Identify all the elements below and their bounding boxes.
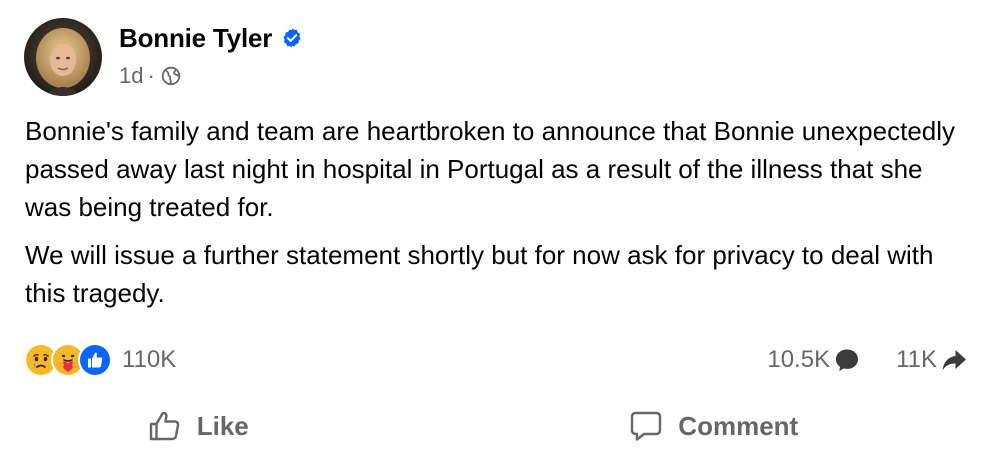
engagement-counts: 10.5K 11K [767, 346, 967, 374]
meta-separator: · [147, 63, 155, 88]
avatar[interactable] [24, 18, 102, 96]
post-actions: Like Comment [0, 398, 991, 454]
post-body: Bonnie's family and team are heartbroken… [25, 112, 965, 312]
verified-badge-icon [281, 27, 303, 49]
post-stats: 110K 10.5K 11K [24, 340, 967, 380]
share-count-value: 11K [896, 346, 937, 373]
globe-icon[interactable] [161, 66, 181, 86]
comment-label: Comment [678, 410, 799, 441]
avatar-image [24, 18, 102, 96]
name-row: Bonnie Tyler [119, 22, 303, 54]
like-button[interactable]: Like [0, 408, 456, 444]
comment-button[interactable]: Comment [456, 408, 972, 444]
reaction-icons [24, 343, 112, 377]
comment-bubble-icon [834, 347, 860, 373]
post-header: Bonnie Tyler 1d · [24, 18, 303, 98]
reactions-summary[interactable]: 110K [24, 343, 176, 377]
post-timestamp[interactable]: 1d [119, 63, 143, 89]
post-meta: 1d · [119, 63, 303, 89]
post-paragraph: Bonnie's family and team are heartbroken… [25, 116, 956, 222]
post-paragraph: We will issue a further statement shortl… [25, 240, 934, 308]
author-name[interactable]: Bonnie Tyler [119, 23, 272, 54]
comment-count[interactable]: 10.5K [767, 346, 860, 374]
thumbs-up-icon [147, 408, 183, 444]
comment-icon [628, 408, 664, 444]
facebook-post: Bonnie Tyler 1d · Bonnie's family and te… [0, 0, 991, 460]
header-text: Bonnie Tyler 1d · [119, 18, 303, 89]
like-label: Like [196, 410, 249, 441]
share-count[interactable]: 11K [896, 346, 967, 374]
like-reaction-icon [78, 343, 112, 377]
reaction-count: 110K [122, 346, 177, 373]
share-arrow-icon [941, 347, 967, 373]
comment-count-value: 10.5K [767, 346, 831, 373]
